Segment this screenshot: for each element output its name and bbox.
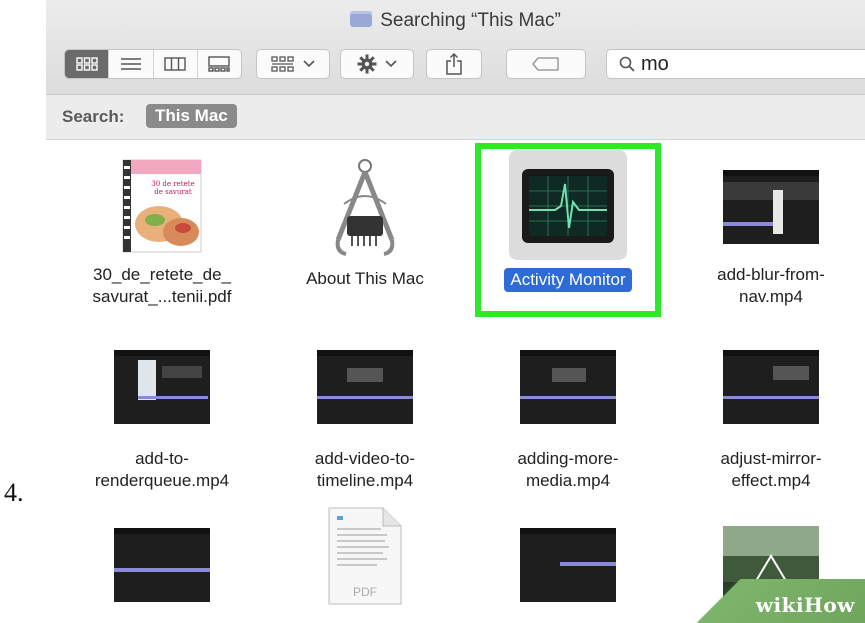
group-by-icon [271,56,294,72]
finder-window: Searching “This Mac” mo Search: This Mac… [46,0,865,623]
window-title-bar: Searching “This Mac” [46,10,865,32]
icon-view-button[interactable] [65,50,110,78]
file-item[interactable] [67,520,257,623]
file-item[interactable]: 30 de retete de savurat 30_de_retete_de_… [67,140,257,330]
step-number: 4. [4,478,24,507]
file-item[interactable]: add-blur-from- nav.mp4 [676,140,865,330]
file-name: add-blur-from- nav.mp4 [676,264,865,308]
toolbar: Searching “This Mac” [46,0,865,95]
action-menu-button[interactable] [340,49,414,79]
tag-button[interactable] [506,49,586,79]
folder-icon [350,11,373,27]
file-name: add-to- renderqueue.mp4 [67,448,257,492]
watermark-text: wikiHow [755,593,855,617]
list-view-button[interactable] [109,50,154,78]
file-item[interactable]: add-to- renderqueue.mp4 [67,340,257,500]
video-thumbnail [114,528,210,602]
file-name: adjust-mirror- effect.mp4 [676,448,865,492]
video-thumbnail [520,350,616,424]
file-name: add-video-to- timeline.mp4 [270,448,460,492]
video-thumbnail [520,528,616,602]
search-input[interactable] [641,52,861,76]
file-item[interactable]: About This Mac [270,140,460,330]
file-name-line: nav.mp4 [739,287,803,306]
file-name-line: timeline.mp4 [316,471,414,490]
gallery-icon [208,56,231,72]
column-view-button[interactable] [154,50,198,78]
gallery-view-button[interactable] [198,50,241,78]
about-this-mac-icon [335,159,395,256]
file-name-line: add-blur-from- [717,265,825,284]
list-icon [120,58,141,70]
gear-icon [357,54,377,74]
pdf-document-icon: PDF [328,507,402,605]
search-scope-label: Search: [62,107,125,126]
file-name-line: adjust-mirror- [720,449,822,468]
file-name-line: renderqueue.mp4 [94,471,230,490]
video-thumbnail [317,350,413,424]
file-name-line: 30_de_retete_de_ [92,265,232,284]
file-item[interactable]: PDF [270,507,460,623]
chevron-down-icon [303,60,315,68]
video-thumbnail [723,170,819,244]
tag-icon [532,57,559,71]
share-button[interactable] [426,49,482,79]
file-item[interactable] [473,520,663,623]
window-title: Searching “This Mac” [380,10,561,31]
svg-text:30 de retete: 30 de retete [151,180,194,188]
highlight-box [475,143,661,317]
video-thumbnail [114,350,210,424]
file-name-line: About This Mac [306,269,424,288]
file-item[interactable]: add-video-to- timeline.mp4 [270,340,460,500]
file-name: adding-more- media.mp4 [473,448,663,492]
pdf-cover-thumbnail: 30 de retete de savurat [122,159,202,253]
group-by-button[interactable] [256,49,330,79]
search-field[interactable] [606,49,865,79]
file-name-line: adding-more- [517,449,619,468]
file-name-line: effect.mp4 [731,471,811,490]
file-name: About This Mac [270,268,460,290]
pdf-label: PDF [353,585,377,599]
file-item[interactable]: adjust-mirror- effect.mp4 [676,340,865,500]
icon-grid-icon [75,57,98,71]
search-scope-bar: Search: This Mac [46,95,865,140]
share-icon [446,53,462,75]
wikihow-watermark: wikiHow [697,579,865,623]
file-item[interactable]: adding-more- media.mp4 [473,340,663,500]
file-name: 30_de_retete_de_ savurat_...tenii.pdf [67,264,257,308]
scope-this-mac-button[interactable]: This Mac [146,104,237,128]
svg-text:de savurat: de savurat [154,188,192,196]
file-grid: 30 de retete de savurat 30_de_retete_de_… [46,140,865,623]
file-name-line: add-video-to- [314,449,416,468]
columns-icon [164,57,186,71]
search-icon [619,56,635,72]
file-name-line: media.mp4 [525,471,611,490]
file-name-line: savurat_...tenii.pdf [92,287,232,306]
file-name-line: add-to- [135,449,189,468]
video-thumbnail [723,350,819,424]
view-mode-group [64,49,242,79]
chevron-down-icon [385,60,397,68]
